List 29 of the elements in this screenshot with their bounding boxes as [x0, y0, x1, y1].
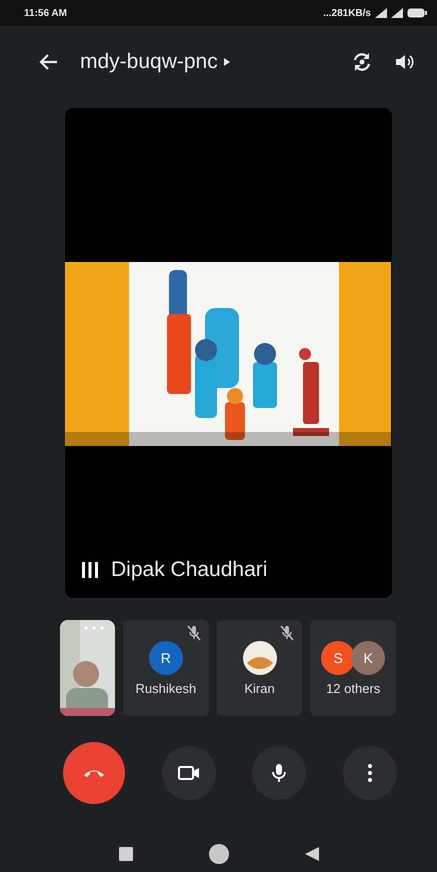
microphone-icon	[272, 763, 286, 783]
audio-level-icon	[81, 561, 99, 579]
participant-tile[interactable]: Kiran	[216, 620, 302, 716]
speaker-icon[interactable]	[395, 53, 415, 71]
caret-icon[interactable]	[224, 58, 230, 66]
battery-icon	[407, 8, 427, 18]
avatar: S	[321, 640, 356, 674]
more-icon	[368, 764, 372, 782]
recents-icon[interactable]	[118, 847, 132, 861]
avatar: R	[148, 640, 183, 674]
meeting-code[interactable]: mdy-buqw-pnc	[80, 50, 218, 74]
home-icon[interactable]	[208, 844, 228, 864]
signal-icon	[391, 8, 403, 18]
back-icon[interactable]	[304, 847, 318, 861]
switch-camera-icon[interactable]	[351, 51, 373, 73]
signal-icon	[375, 8, 387, 18]
avatar	[242, 640, 276, 674]
status-time: 11:56 AM	[24, 8, 67, 18]
participant-name: Kiran	[244, 680, 275, 696]
participant-name: 12 others	[326, 680, 380, 696]
camera-icon	[178, 765, 200, 781]
presenter-name: Dipak Chaudhari	[111, 558, 268, 582]
participant-name: Rushikesh	[135, 680, 196, 696]
back-icon[interactable]	[38, 53, 58, 71]
participant-tile[interactable]: R Rushikesh	[123, 620, 209, 716]
participant-tile[interactable]: S K 12 others	[310, 620, 396, 716]
avatar: K	[351, 640, 386, 674]
phone-icon	[83, 768, 105, 778]
network-speed: ...281KB/s	[323, 8, 371, 18]
